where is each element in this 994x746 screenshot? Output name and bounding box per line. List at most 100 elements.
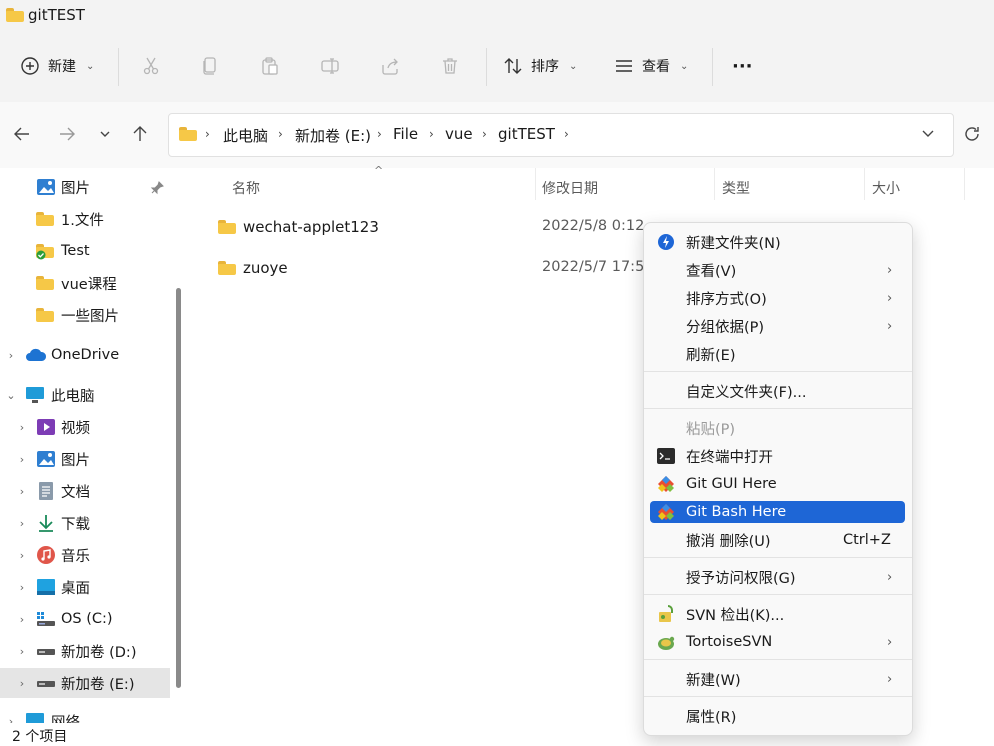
sidebar-item-drive-d[interactable]: › 新加卷 (D:) [0, 636, 170, 666]
chevron-right-icon[interactable]: › [4, 349, 18, 362]
sidebar-item-this-pc[interactable]: ⌄ 此电脑 [0, 380, 170, 410]
chevron-right-icon: › [278, 127, 283, 141]
breadcrumb-pc[interactable]: 此电脑 [223, 125, 268, 146]
breadcrumb-vue[interactable]: vue [445, 125, 473, 143]
sidebar-item-vue-course[interactable]: vue课程 [0, 268, 170, 298]
sidebar-item-label: 此电脑 [51, 388, 95, 405]
sidebar-item-some-pictures[interactable]: 一些图片 [0, 300, 170, 330]
column-header-type[interactable]: 类型 [722, 178, 750, 198]
sidebar-item-videos[interactable]: › 视频 [0, 412, 170, 442]
sidebar-item-pictures-quick[interactable]: 图片 [0, 172, 170, 202]
menu-item-refresh[interactable]: 刷新(E) [650, 343, 905, 365]
divider [118, 48, 119, 86]
menu-label: 属性(R) [686, 709, 737, 726]
chevron-right-icon[interactable]: › [15, 421, 29, 434]
scissors-icon [141, 56, 161, 76]
chevron-right-icon[interactable]: › [15, 645, 29, 658]
trash-icon [440, 56, 460, 76]
chevron-right-icon[interactable]: › [15, 453, 29, 466]
desktop-icon [36, 578, 56, 596]
chevron-right-icon[interactable]: › [4, 715, 18, 724]
menu-item-group-by[interactable]: 分组依据(P) › [650, 315, 905, 337]
menu-item-sort-by[interactable]: 排序方式(O) › [650, 287, 905, 309]
sidebar-item-onedrive[interactable]: › OneDrive [0, 340, 170, 370]
breadcrumb-drive-e[interactable]: 新加卷 (E:) [295, 125, 371, 146]
recent-locations-button[interactable] [93, 122, 117, 146]
rename-button[interactable] [320, 48, 340, 84]
network-icon [25, 712, 45, 723]
sidebar-item-label: 下载 [61, 516, 90, 533]
sidebar-item-test[interactable]: Test [0, 236, 170, 266]
delete-button[interactable] [440, 48, 460, 84]
cut-button[interactable] [141, 48, 161, 84]
address-bar-area: › 此电脑 › 新加卷 (E:) › File › vue › gitTEST … [0, 102, 994, 168]
sort-button[interactable]: 排序 ⌄ [503, 48, 577, 84]
copy-button[interactable] [200, 48, 220, 84]
paste-button[interactable] [260, 48, 280, 84]
menu-item-undo-delete[interactable]: 撤消 删除(U) Ctrl+Z [650, 529, 905, 551]
sidebar-item-documents[interactable]: › 文档 [0, 476, 170, 506]
chevron-right-icon[interactable]: › [15, 485, 29, 498]
refresh-button[interactable] [960, 122, 984, 146]
menu-item-new[interactable]: 新建(W) › [650, 668, 905, 690]
address-bar[interactable]: › 此电脑 › 新加卷 (E:) › File › vue › gitTEST … [168, 113, 954, 157]
sidebar-item-drive-e[interactable]: › 新加卷 (E:) [0, 668, 170, 698]
menu-item-svn-checkout[interactable]: SVN 检出(K)... [650, 603, 905, 625]
column-header-modified[interactable]: 修改日期 [542, 178, 598, 198]
menu-item-open-in-terminal[interactable]: 在终端中打开 [650, 445, 905, 467]
sidebar-item-label: 新加卷 (D:) [61, 644, 137, 661]
sidebar-item-label: OS (C:) [61, 611, 113, 627]
column-divider[interactable] [535, 168, 536, 200]
address-history-chevron-icon[interactable] [921, 126, 935, 144]
menu-item-give-access[interactable]: 授予访问权限(G) › [650, 566, 905, 588]
menu-shortcut: Ctrl+Z [843, 532, 891, 548]
chevron-right-icon[interactable]: › [15, 549, 29, 562]
column-divider[interactable] [864, 168, 865, 200]
chevron-down-icon[interactable]: ⌄ [4, 389, 18, 402]
column-header-size[interactable]: 大小 [872, 178, 900, 198]
chevron-right-icon[interactable]: › [15, 517, 29, 530]
sidebar-item-network[interactable]: › 网络 [0, 706, 170, 723]
pin-icon[interactable] [150, 181, 164, 199]
column-header-name[interactable]: 名称 [232, 178, 260, 198]
menu-item-paste[interactable]: 粘贴(P) [650, 417, 905, 439]
context-menu: 新建文件夹(N) 查看(V) › 排序方式(O) › 分组依据(P) › 刷新(… [643, 222, 913, 736]
share-button[interactable] [380, 48, 400, 84]
menu-item-git-bash-here[interactable]: Git Bash Here [650, 501, 905, 523]
more-options-button[interactable]: ··· [732, 48, 753, 84]
menu-item-customize-folder[interactable]: 自定义文件夹(F)... [650, 380, 905, 402]
sidebar-scrollbar[interactable] [176, 288, 181, 688]
menu-item-view[interactable]: 查看(V) › [650, 259, 905, 281]
forward-button[interactable] [55, 122, 79, 146]
menu-item-tortoisesvn[interactable]: TortoiseSVN › [650, 631, 905, 653]
folder-icon [36, 308, 56, 326]
chevron-right-icon[interactable]: › [15, 677, 29, 690]
menu-item-properties[interactable]: 属性(R) [650, 705, 905, 727]
breadcrumb-file[interactable]: File [393, 125, 418, 143]
column-divider[interactable] [714, 168, 715, 200]
chevron-right-icon[interactable]: › [15, 581, 29, 594]
menu-item-git-gui-here[interactable]: Git GUI Here [650, 473, 905, 495]
column-divider[interactable] [964, 168, 965, 200]
sidebar-item-pictures[interactable]: › 图片 [0, 444, 170, 474]
chevron-down-icon [100, 131, 110, 137]
menu-item-new-folder[interactable]: 新建文件夹(N) [650, 231, 905, 253]
breadcrumb-gittest[interactable]: gitTEST [498, 125, 555, 143]
sidebar-item-desktop[interactable]: › 桌面 [0, 572, 170, 602]
menu-label: 刷新(E) [686, 347, 736, 364]
divider [712, 48, 713, 86]
sidebar-item-downloads[interactable]: › 下载 [0, 508, 170, 538]
chevron-right-icon[interactable]: › [15, 613, 29, 626]
copy-icon [200, 56, 220, 76]
new-button[interactable]: 新建 ⌄ [20, 48, 94, 84]
sidebar-item-files[interactable]: 1.文件 [0, 204, 170, 234]
sort-label: 排序 [531, 59, 559, 75]
back-button[interactable] [10, 122, 34, 146]
onedrive-icon [25, 347, 47, 365]
svn-checkout-icon [656, 604, 676, 624]
sidebar-item-drive-c[interactable]: › OS (C:) [0, 604, 170, 634]
view-label: 查看 [642, 59, 670, 75]
sidebar-item-music[interactable]: › 音乐 [0, 540, 170, 570]
view-button[interactable]: 查看 ⌄ [614, 48, 688, 84]
up-button[interactable] [128, 122, 152, 146]
